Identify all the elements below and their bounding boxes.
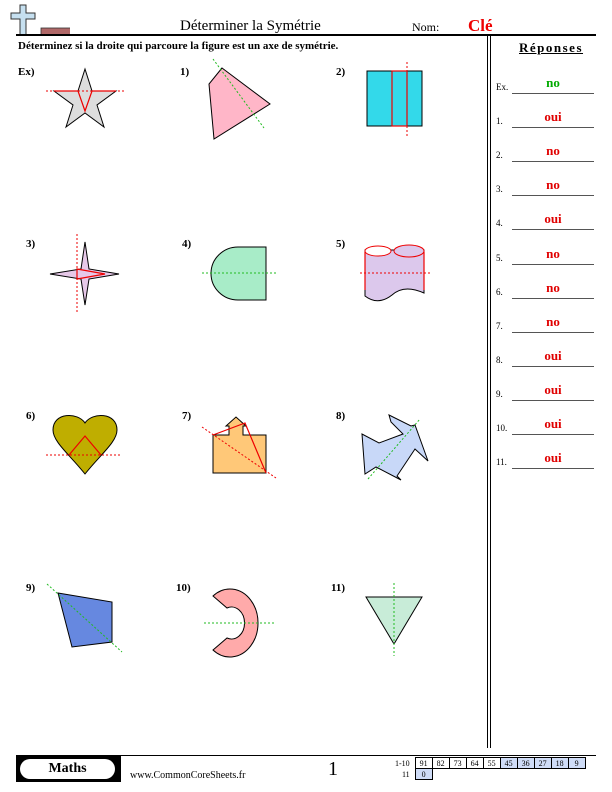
answer-value: oui <box>544 382 562 397</box>
answer-line <box>512 127 594 128</box>
question-label: 10) <box>176 582 191 594</box>
score-cell: 18 <box>550 757 569 769</box>
answer-row: 6. no <box>496 279 596 299</box>
question-label: 7) <box>182 410 192 422</box>
answer-number: 3. <box>496 184 503 194</box>
question-label: 6) <box>26 410 36 422</box>
question-label: 1) <box>180 66 190 78</box>
answer-row: 11. oui <box>496 449 596 469</box>
score-row: 1-10 91 82 73 64 55 45 36 27 18 9 <box>392 757 586 769</box>
question-label: 5) <box>336 238 346 250</box>
answer-value: no <box>546 75 560 90</box>
answer-number: 7. <box>496 321 503 331</box>
answer-number: 5. <box>496 253 503 263</box>
figure-5-cylinders <box>360 244 432 302</box>
score-cell: 0 <box>414 768 433 780</box>
answer-row: 5. no <box>496 245 596 265</box>
score-cell: 64 <box>465 757 484 769</box>
question-label: 8) <box>336 410 346 422</box>
score-table: 1-10 91 82 73 64 55 45 36 27 18 9 11 0 <box>392 757 586 780</box>
name-value: Clé <box>468 16 493 35</box>
answer-line <box>512 298 594 299</box>
question-label: 4) <box>182 238 192 250</box>
score-row-label: 11 <box>401 769 410 779</box>
score-cell: 73 <box>448 757 467 769</box>
question-label: Ex) <box>18 66 35 78</box>
answer-line <box>512 468 594 469</box>
answer-value: no <box>546 177 560 192</box>
answers-title: Réponses <box>519 40 584 55</box>
answer-number: 6. <box>496 287 503 297</box>
answer-row: 7. no <box>496 313 596 333</box>
name-label: Nom: <box>412 20 440 34</box>
figure-6-heart <box>46 415 122 475</box>
answer-row: 8. oui <box>496 347 596 367</box>
page-number: 1 <box>328 758 338 780</box>
answer-line <box>512 434 594 435</box>
answer-row: 2. no <box>496 142 596 162</box>
answer-row: 3. no <box>496 176 596 196</box>
answer-row: 1. oui <box>496 108 596 128</box>
score-cell: 55 <box>482 757 501 769</box>
worksheet-title: Déterminer la Symétrie <box>180 18 321 34</box>
answer-row: 9. oui <box>496 381 596 401</box>
answer-number: Ex. <box>496 82 509 92</box>
question-label: 11) <box>331 582 346 594</box>
answer-value: oui <box>544 211 562 226</box>
answer-row: 10. oui <box>496 415 596 435</box>
answer-line <box>512 93 594 94</box>
figure-1-trapezoid <box>208 58 271 140</box>
figure-4-d-shape <box>202 246 276 301</box>
score-row-label: 1-10 <box>395 758 410 768</box>
logo-icon <box>10 4 70 36</box>
answer-number: 10. <box>496 423 508 433</box>
answer-number: 11. <box>496 457 507 467</box>
answer-line <box>512 229 594 230</box>
answer-number: 9. <box>496 389 503 399</box>
answer-value: no <box>546 280 560 295</box>
answer-number: 1. <box>496 116 503 126</box>
figure-10-c-ring <box>204 588 276 658</box>
figure-2-rectangle <box>366 62 423 136</box>
answer-value: oui <box>544 450 562 465</box>
answer-line <box>512 400 594 401</box>
figure-3-four-point-star <box>49 234 120 312</box>
answer-number: 2. <box>496 150 503 160</box>
answer-value: oui <box>544 416 562 431</box>
answer-value: no <box>546 246 560 261</box>
answer-value: oui <box>544 348 562 363</box>
score-cell: 82 <box>431 757 450 769</box>
answer-line <box>512 366 594 367</box>
figure-ex-star <box>46 67 124 129</box>
score-cell: 45 <box>499 757 518 769</box>
site-link[interactable]: www.CommonCoreSheets.fr <box>130 770 245 781</box>
figure-11-triangle <box>365 583 423 656</box>
question-label: 2) <box>336 66 346 78</box>
score-row: 11 0 <box>392 768 585 780</box>
answer-line <box>512 264 594 265</box>
answer-row: Ex. no <box>496 74 596 94</box>
answer-row: 4. oui <box>496 210 596 230</box>
figure-7-house-arrow <box>201 416 277 479</box>
question-label: 9) <box>26 582 36 594</box>
score-cell: 27 <box>533 757 552 769</box>
figure-9-kite <box>46 583 123 653</box>
answer-line <box>512 161 594 162</box>
answer-column-divider <box>487 36 491 748</box>
answer-value: no <box>546 314 560 329</box>
answer-number: 8. <box>496 355 503 365</box>
brand-label: Maths <box>20 759 115 779</box>
question-label: 3) <box>26 238 36 250</box>
answer-value: oui <box>544 109 562 124</box>
answer-number: 4. <box>496 218 503 228</box>
figure-8-pinwheel <box>361 414 429 481</box>
answer-value: no <box>546 143 560 158</box>
score-cell: 91 <box>414 757 433 769</box>
answer-line <box>512 332 594 333</box>
score-cell: 36 <box>516 757 535 769</box>
score-cell: 9 <box>567 757 586 769</box>
answer-line <box>512 195 594 196</box>
instructions: Déterminez si la droite qui parcoure la … <box>18 40 339 52</box>
